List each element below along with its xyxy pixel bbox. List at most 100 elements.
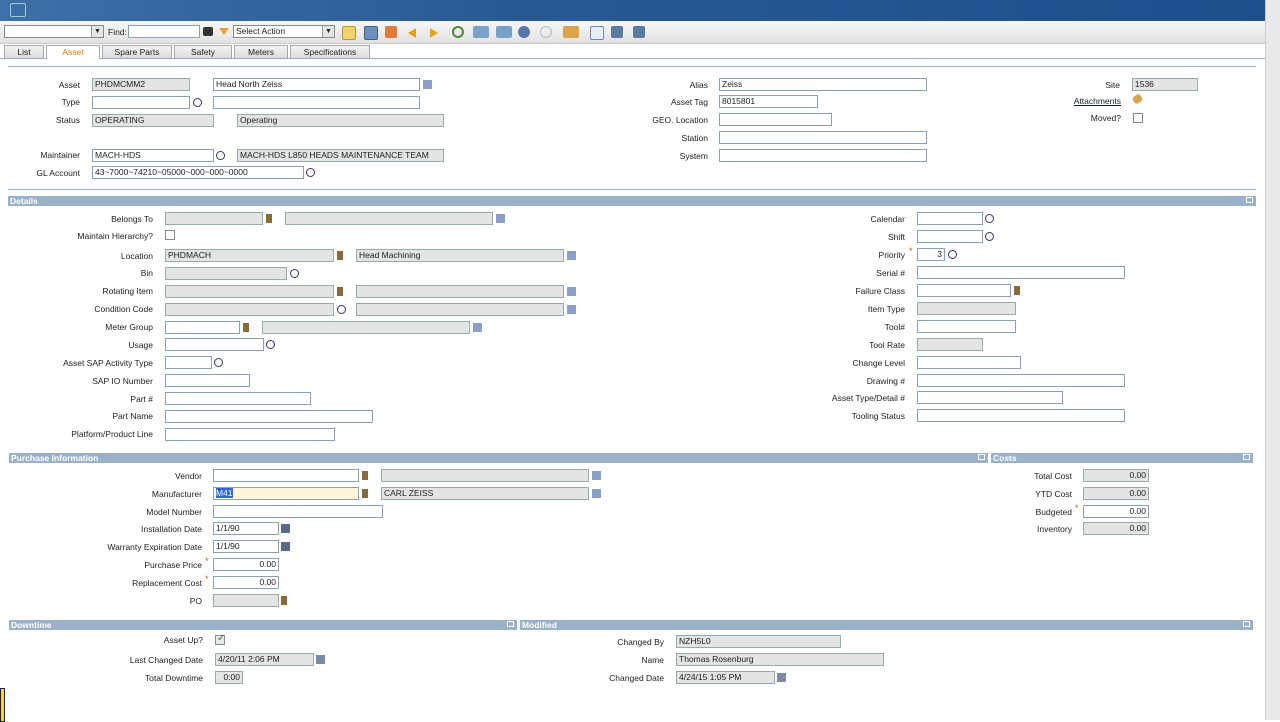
costs-section-header[interactable]: Costs xyxy=(991,453,1253,463)
undo-icon[interactable] xyxy=(540,26,552,38)
search-icon[interactable] xyxy=(266,340,275,349)
serial-number-field[interactable] xyxy=(917,266,1125,279)
moved-checkbox[interactable] xyxy=(1133,113,1143,123)
detail-menu-icon[interactable] xyxy=(281,596,287,605)
asset-field[interactable]: PHDMCMM2 xyxy=(92,78,190,91)
usage-field[interactable] xyxy=(165,338,264,351)
print-icon[interactable] xyxy=(611,26,623,38)
long-description-icon[interactable] xyxy=(567,251,576,260)
search-icon[interactable] xyxy=(337,305,346,314)
warranty-expiration-date-field[interactable]: 1/1/90 xyxy=(213,540,279,553)
find-input[interactable] xyxy=(128,25,200,38)
bin-field[interactable] xyxy=(165,267,287,280)
station-field[interactable] xyxy=(719,131,927,144)
filter-icon[interactable] xyxy=(219,28,229,35)
calendar-icon[interactable] xyxy=(281,542,290,551)
detail-menu-icon[interactable] xyxy=(337,287,343,296)
save-icon[interactable] xyxy=(364,26,378,40)
binoculars-icon[interactable] xyxy=(203,27,213,36)
part-name-field[interactable] xyxy=(165,410,373,423)
asset-up-checkbox[interactable]: ✓ xyxy=(215,633,225,645)
collapse-icon[interactable] xyxy=(1243,454,1250,460)
detail-menu-icon[interactable] xyxy=(1014,286,1020,295)
tooling-status-field[interactable] xyxy=(917,409,1125,422)
collapse-icon[interactable] xyxy=(507,621,514,627)
clear-icon[interactable] xyxy=(385,26,397,38)
print-preview-icon[interactable] xyxy=(633,26,645,38)
failure-class-field[interactable] xyxy=(917,284,1011,297)
purchase-price-field[interactable]: 0.00 xyxy=(213,558,279,571)
tab-asset[interactable]: Asset xyxy=(46,45,100,59)
model-number-field[interactable] xyxy=(213,505,383,518)
location-field[interactable]: PHDMACH xyxy=(165,249,334,262)
new-record-icon[interactable] xyxy=(342,26,356,40)
tool-number-field[interactable] xyxy=(917,320,1016,333)
po-field[interactable] xyxy=(213,594,279,607)
detail-menu-icon[interactable] xyxy=(337,251,343,260)
part-number-field[interactable] xyxy=(165,392,311,405)
sap-io-number-field[interactable] xyxy=(165,374,250,387)
maintainer-field[interactable]: MACH-HDS xyxy=(92,149,214,162)
long-description-icon[interactable] xyxy=(567,305,576,314)
change-level-field[interactable] xyxy=(917,356,1021,369)
detail-menu-icon[interactable] xyxy=(266,214,272,223)
asset-tag-field[interactable]: 8015801 xyxy=(719,95,818,108)
move-icon[interactable] xyxy=(496,26,512,38)
long-description-icon[interactable] xyxy=(592,471,601,480)
collapse-icon[interactable] xyxy=(1246,197,1253,203)
tab-safety[interactable]: Safety xyxy=(174,45,232,58)
tab-spare-parts[interactable]: Spare Parts xyxy=(102,45,172,58)
duplicate-icon[interactable] xyxy=(473,26,489,38)
gl-account-field[interactable]: 43~7000~74210~05000~000~000~0000 xyxy=(92,166,304,179)
calendar-field[interactable] xyxy=(917,212,983,225)
asset-type-detail-field[interactable] xyxy=(917,391,1063,404)
detail-menu-icon[interactable] xyxy=(362,471,368,480)
document-icon[interactable] xyxy=(590,26,604,40)
tab-specifications[interactable]: Specifications xyxy=(290,45,370,58)
asset-description-field[interactable]: Head North Zeiss xyxy=(213,78,420,91)
calendar-icon[interactable] xyxy=(777,673,786,682)
geo-location-field[interactable] xyxy=(719,113,832,126)
platform-product-line-field[interactable] xyxy=(165,428,335,441)
vendor-field[interactable] xyxy=(213,469,359,482)
long-description-icon[interactable] xyxy=(592,489,601,498)
long-description-icon[interactable] xyxy=(567,287,576,296)
type-description-field[interactable] xyxy=(213,96,420,109)
calendar-icon[interactable] xyxy=(316,655,325,664)
search-icon[interactable] xyxy=(306,168,315,177)
priority-field[interactable]: 3 xyxy=(917,248,945,261)
asset-sap-activity-type-field[interactable] xyxy=(165,356,212,369)
modified-section-header[interactable]: Modified xyxy=(520,620,1253,630)
condition-code-field[interactable] xyxy=(165,303,334,316)
search-icon[interactable] xyxy=(216,151,225,160)
scrollbar[interactable] xyxy=(1265,0,1280,720)
next-icon[interactable] xyxy=(430,28,438,38)
search-icon[interactable] xyxy=(985,232,994,241)
belongs-to-field[interactable] xyxy=(165,212,263,225)
search-icon[interactable] xyxy=(948,250,957,259)
tab-list[interactable]: List xyxy=(4,45,44,58)
purchase-section-header[interactable]: Purchase Information xyxy=(9,453,988,463)
rotating-item-field[interactable] xyxy=(165,285,334,298)
search-icon[interactable] xyxy=(193,98,202,107)
long-description-icon[interactable] xyxy=(496,214,505,223)
shift-field[interactable] xyxy=(917,230,983,243)
manufacturer-field[interactable]: M41 xyxy=(213,487,359,500)
query-select[interactable]: ▼ xyxy=(4,25,104,38)
type-field[interactable] xyxy=(92,96,190,109)
maintain-hierarchy-checkbox[interactable] xyxy=(165,230,175,240)
budgeted-field[interactable]: 0.00 xyxy=(1083,505,1149,518)
long-description-icon[interactable] xyxy=(423,80,432,89)
search-icon[interactable] xyxy=(290,269,299,278)
alias-field[interactable]: Zeiss xyxy=(719,78,927,91)
installation-date-field[interactable]: 1/1/90 xyxy=(213,522,279,535)
tab-meters[interactable]: Meters xyxy=(234,45,288,58)
drawing-number-field[interactable] xyxy=(917,374,1125,387)
downtime-section-header[interactable]: Downtime xyxy=(9,620,517,630)
users-icon[interactable] xyxy=(518,26,530,38)
detail-menu-icon[interactable] xyxy=(243,323,249,332)
previous-icon[interactable] xyxy=(408,28,416,38)
status-field[interactable]: OPERATING xyxy=(92,114,214,127)
long-description-icon[interactable] xyxy=(473,323,482,332)
paperclip-icon[interactable] xyxy=(1131,93,1144,105)
